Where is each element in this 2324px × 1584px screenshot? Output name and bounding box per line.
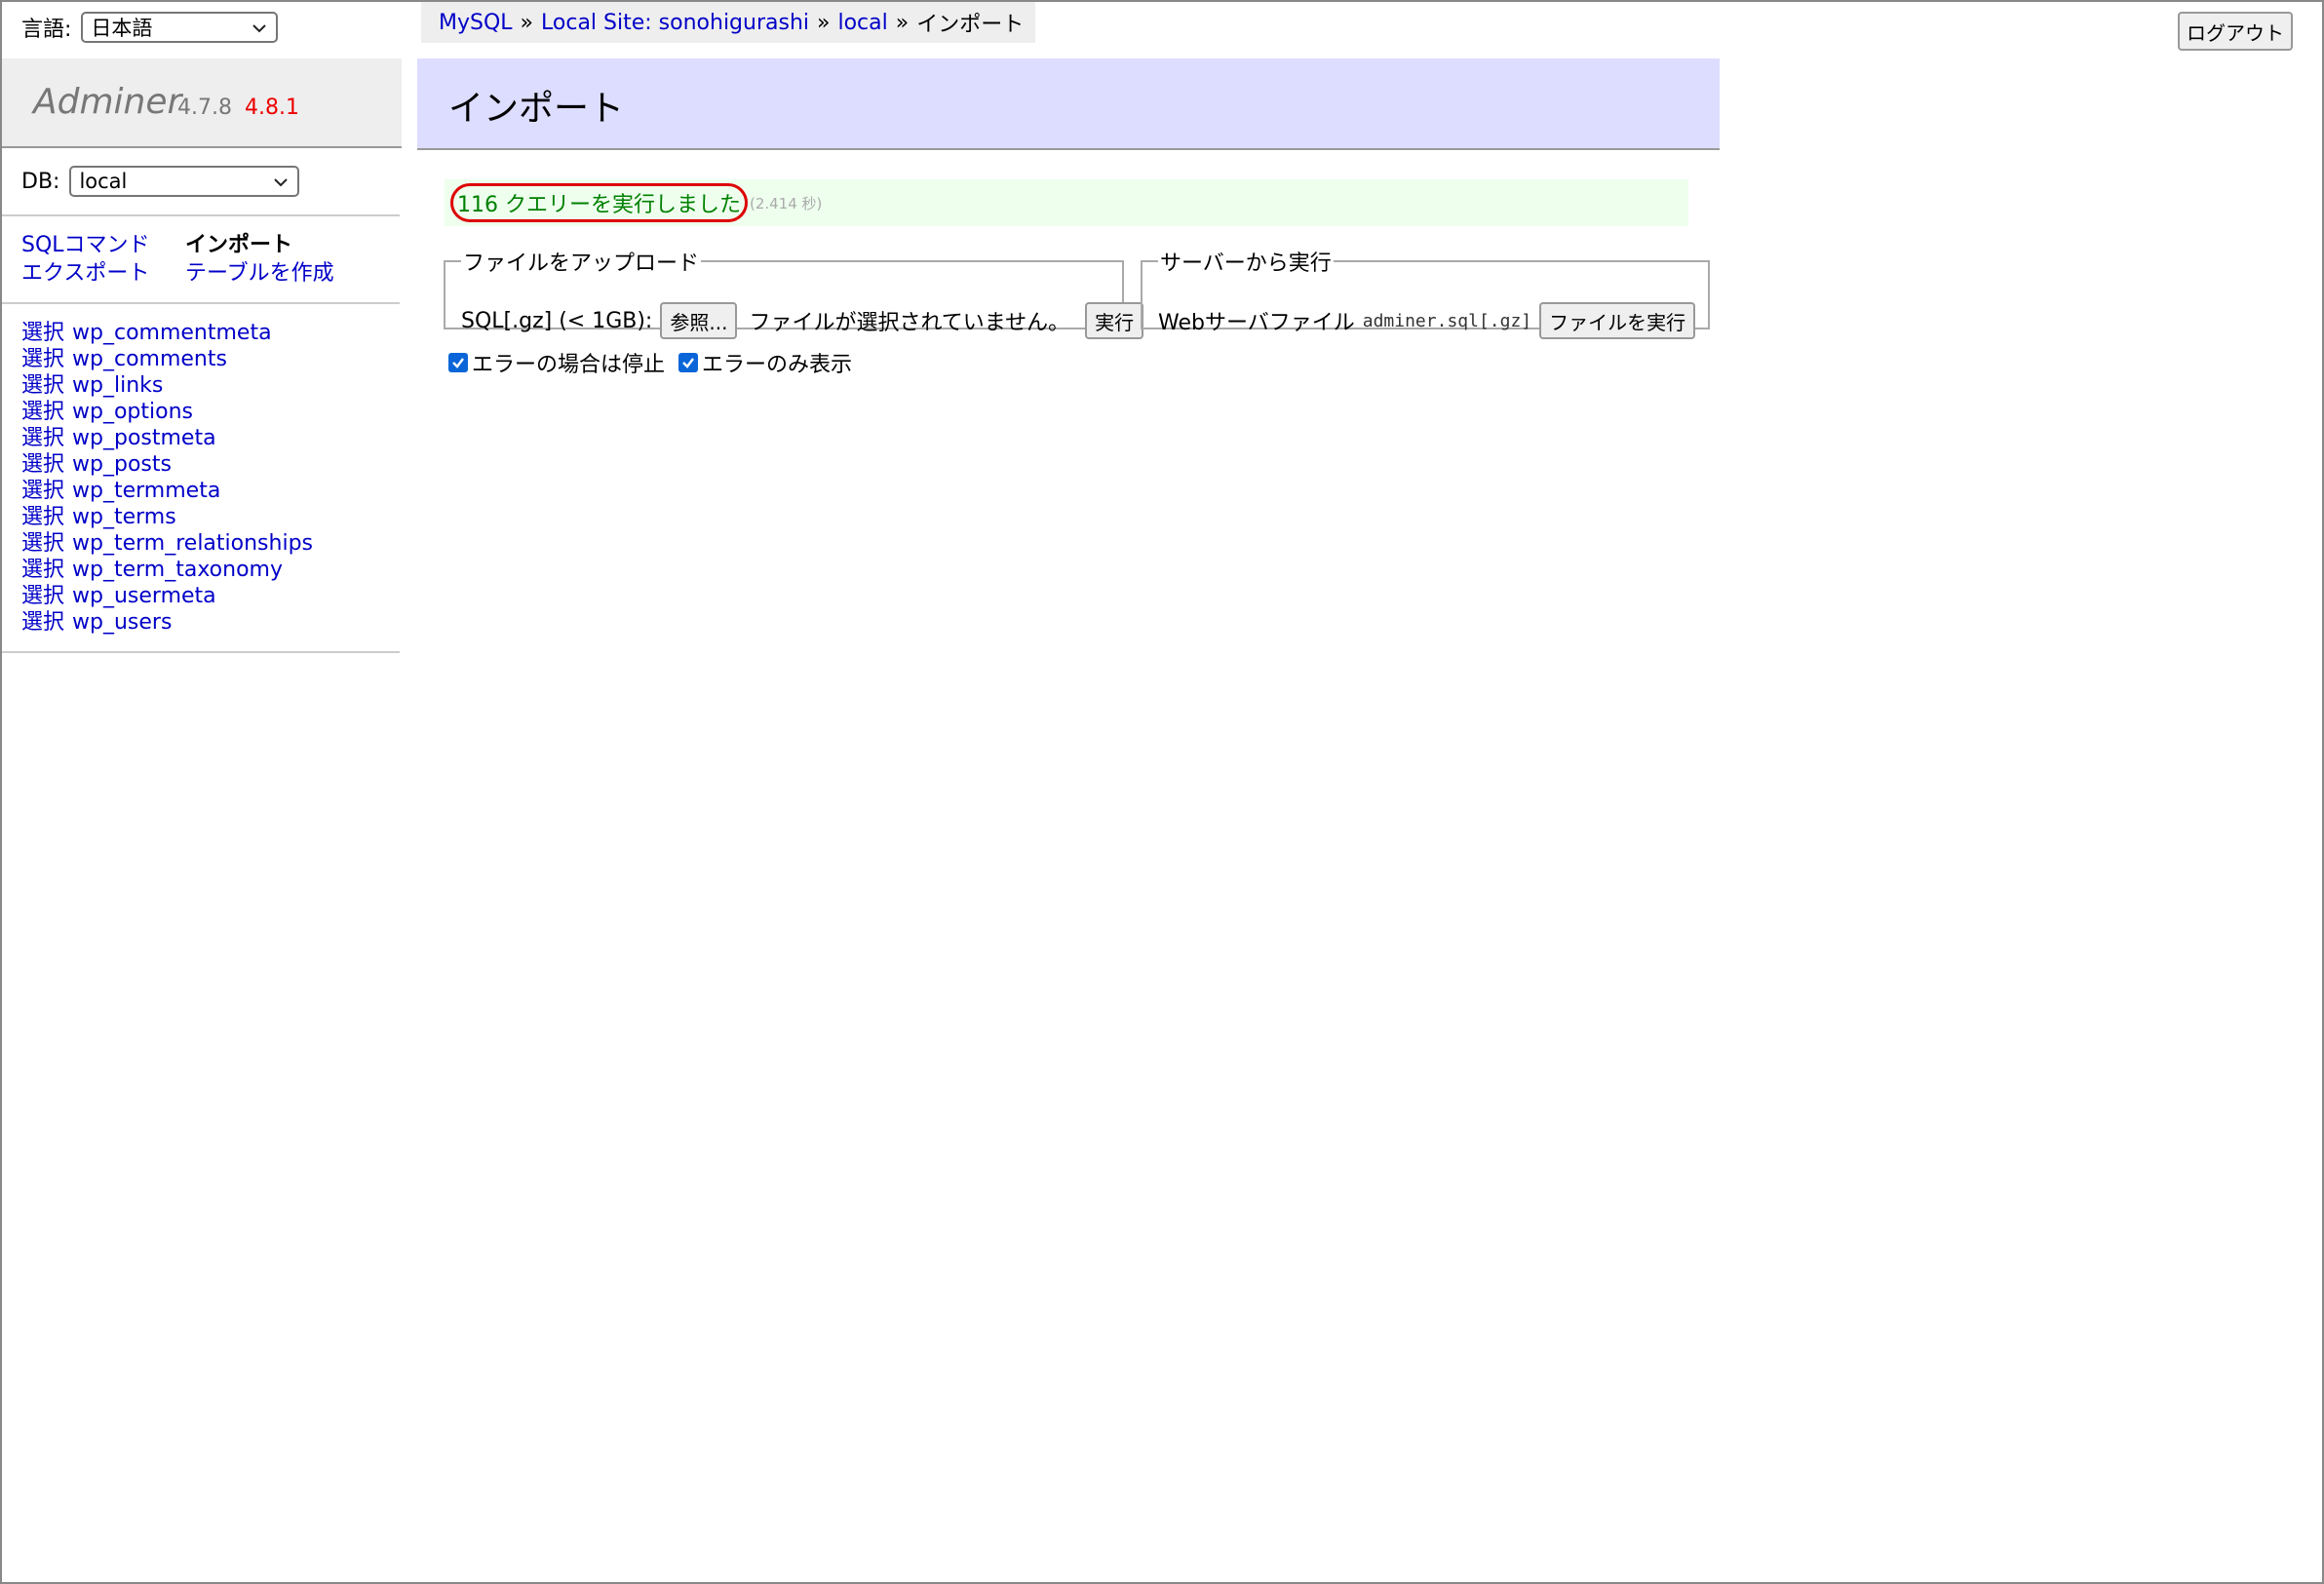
table-structure-link[interactable]: wp_links bbox=[72, 373, 163, 398]
language-select-value: 日本語 bbox=[91, 17, 153, 40]
breadcrumb-separator: » bbox=[520, 10, 534, 35]
chevron-down-icon bbox=[252, 19, 267, 37]
table-structure-link[interactable]: wp_commentmeta bbox=[72, 321, 272, 345]
logout-button[interactable]: ログアウト bbox=[2178, 12, 2293, 51]
table-structure-link[interactable]: wp_termmeta bbox=[72, 479, 220, 503]
server-row: Webサーバファイル adminer.sql[.gz] ファイルを実行 bbox=[1158, 302, 1696, 339]
table-row: 選択 wp_terms bbox=[21, 504, 313, 530]
no-file-text: ファイルが選択されていません。 bbox=[749, 311, 1070, 335]
adminer-logo: Adminer 4.7.8 4.8.1 bbox=[2, 58, 402, 148]
server-filename: adminer.sql[.gz] bbox=[1362, 310, 1532, 331]
sql-command-link[interactable]: SQLコマンド bbox=[21, 232, 185, 258]
page-header: インポート bbox=[417, 58, 1720, 150]
table-structure-link[interactable]: wp_usermeta bbox=[72, 584, 216, 608]
table-row: 選択 wp_commentmeta bbox=[21, 320, 313, 346]
server-label: Webサーバファイル bbox=[1158, 311, 1355, 335]
table-row: 選択 wp_usermeta bbox=[21, 583, 313, 609]
select-table-link[interactable]: 選択 bbox=[21, 505, 64, 529]
upload-legend: ファイルをアップロード bbox=[463, 251, 700, 276]
breadcrumb-mysql[interactable]: MySQL bbox=[439, 11, 513, 35]
import-options: エラーの場合は停止 エラーのみ表示 bbox=[448, 347, 866, 378]
browse-button[interactable]: 参照... bbox=[660, 302, 738, 339]
select-table-link[interactable]: 選択 bbox=[21, 426, 64, 450]
select-table-link[interactable]: 選択 bbox=[21, 400, 64, 424]
errors-only-label: エラーのみ表示 bbox=[702, 353, 853, 377]
select-table-link[interactable]: 選択 bbox=[21, 347, 64, 371]
import-link[interactable]: インポート bbox=[185, 232, 334, 258]
breadcrumb-db[interactable]: local bbox=[837, 11, 887, 35]
execute-button[interactable]: 実行 bbox=[1085, 302, 1144, 339]
message-text: 116 クエリーを実行しました bbox=[450, 183, 748, 222]
app-name[interactable]: Adminer bbox=[33, 82, 181, 122]
sidebar-commands: SQLコマンド インポート エクスポート テーブルを作成 bbox=[21, 232, 334, 287]
select-table-link[interactable]: 選択 bbox=[21, 452, 64, 477]
stop-on-error-checkbox[interactable] bbox=[448, 353, 468, 372]
breadcrumb-current: インポート bbox=[916, 13, 1025, 37]
breadcrumb-server[interactable]: Local Site: sonohigurashi bbox=[541, 11, 809, 35]
stop-on-error-label: エラーの場合は停止 bbox=[472, 353, 666, 377]
breadcrumb-separator: » bbox=[817, 10, 831, 35]
table-structure-link[interactable]: wp_postmeta bbox=[72, 426, 216, 450]
export-link[interactable]: エクスポート bbox=[21, 260, 185, 287]
chevron-down-icon bbox=[274, 173, 289, 191]
table-row: 選択 wp_term_relationships bbox=[21, 530, 313, 557]
sidebar-divider bbox=[2, 214, 400, 216]
table-row: 選択 wp_comments bbox=[21, 346, 313, 372]
select-table-link[interactable]: 選択 bbox=[21, 479, 64, 503]
app-version: 4.7.8 bbox=[177, 96, 232, 120]
create-table-link[interactable]: テーブルを作成 bbox=[185, 260, 334, 287]
success-message: 116 クエリーを実行しました (2.414 秒) bbox=[445, 179, 1688, 226]
table-structure-link[interactable]: wp_terms bbox=[72, 505, 176, 529]
db-label: DB: bbox=[21, 169, 60, 194]
select-table-link[interactable]: 選択 bbox=[21, 558, 64, 582]
select-table-link[interactable]: 選択 bbox=[21, 321, 64, 345]
table-row: 選択 wp_term_taxonomy bbox=[21, 557, 313, 583]
language-label: 言語: bbox=[21, 18, 72, 42]
upload-fieldset: ファイルをアップロード SQL[.gz] (< 1GB): 参照... ファイル… bbox=[444, 246, 1144, 339]
select-table-link[interactable]: 選択 bbox=[21, 610, 64, 635]
breadcrumb: MySQL » Local Site: sonohigurashi » loca… bbox=[421, 2, 1035, 43]
server-legend: サーバーから実行 bbox=[1160, 251, 1332, 276]
message-time: (2.414 秒) bbox=[750, 194, 823, 212]
page-title: インポート bbox=[448, 89, 625, 129]
sidebar-divider bbox=[2, 651, 400, 653]
language-selector: 言語: 日本語 bbox=[21, 12, 279, 43]
table-row: 選択 wp_links bbox=[21, 372, 313, 399]
table-structure-link[interactable]: wp_options bbox=[72, 400, 193, 424]
page-frame bbox=[0, 0, 2324, 1584]
new-version-link[interactable]: 4.8.1 bbox=[245, 96, 299, 120]
table-row: 選択 wp_options bbox=[21, 399, 313, 425]
language-select[interactable]: 日本語 bbox=[81, 12, 279, 43]
upload-row: SQL[.gz] (< 1GB): 参照... ファイルが選択されていません。 … bbox=[461, 302, 1144, 339]
table-list: 選択 wp_commentmeta 選択 wp_comments 選択 wp_links 選… bbox=[21, 320, 313, 636]
select-table-link[interactable]: 選択 bbox=[21, 584, 64, 608]
breadcrumb-separator: » bbox=[895, 10, 910, 35]
table-row: 選択 wp_posts bbox=[21, 451, 313, 478]
checkmark-icon bbox=[682, 358, 694, 368]
table-row: 選択 wp_users bbox=[21, 609, 313, 636]
errors-only-checkbox[interactable] bbox=[678, 353, 699, 372]
stop-on-error-option[interactable]: エラーの場合は停止 bbox=[448, 347, 665, 378]
db-select[interactable]: local bbox=[69, 166, 300, 197]
table-structure-link[interactable]: wp_term_taxonomy bbox=[72, 558, 283, 582]
table-row: 選択 wp_termmeta bbox=[21, 478, 313, 504]
run-file-button[interactable]: ファイルを実行 bbox=[1539, 302, 1696, 339]
table-structure-link[interactable]: wp_posts bbox=[72, 452, 172, 477]
select-table-link[interactable]: 選択 bbox=[21, 373, 64, 398]
checkmark-icon bbox=[452, 358, 464, 368]
errors-only-option[interactable]: エラーのみ表示 bbox=[678, 347, 852, 378]
select-table-link[interactable]: 選択 bbox=[21, 531, 64, 556]
upload-label: SQL[.gz] (< 1GB): bbox=[461, 308, 653, 333]
table-structure-link[interactable]: wp_users bbox=[72, 610, 172, 635]
table-structure-link[interactable]: wp_term_relationships bbox=[72, 531, 313, 556]
table-row: 選択 wp_postmeta bbox=[21, 425, 313, 451]
sidebar-divider bbox=[2, 302, 400, 304]
db-select-value: local bbox=[79, 170, 128, 193]
server-fieldset: サーバーから実行 Webサーバファイル adminer.sql[.gz] ファイ… bbox=[1141, 246, 1710, 339]
table-structure-link[interactable]: wp_comments bbox=[72, 347, 227, 371]
db-selector: DB: local bbox=[21, 166, 300, 197]
